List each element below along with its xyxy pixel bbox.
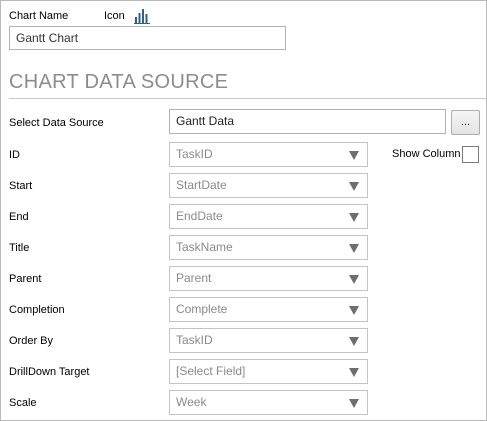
order-by-field-value: TaskID [176, 333, 213, 347]
end-field-value: EndDate [176, 209, 223, 223]
section-title: CHART DATA SOURCE [9, 71, 229, 93]
data-source-input[interactable]: Gantt Data [169, 109, 446, 134]
chevron-down-icon [349, 182, 359, 191]
order-by-field-select[interactable]: TaskID [169, 328, 368, 353]
field-label-id: ID [9, 149, 20, 161]
chevron-down-icon [349, 275, 359, 284]
show-column-checkbox[interactable] [462, 146, 479, 163]
show-column-label: Show Column [392, 148, 461, 160]
field-label-end: End [9, 211, 29, 223]
scale-field-select[interactable]: Week [169, 390, 368, 415]
id-field-select[interactable]: TaskID [169, 142, 368, 167]
field-label-drilldown-target: DrillDown Target [9, 366, 90, 378]
id-field-value: TaskID [176, 147, 213, 161]
chevron-down-icon [349, 244, 359, 253]
field-label-order-by: Order By [9, 335, 54, 347]
drilldown-target-value: [Select Field] [176, 364, 246, 378]
completion-field-value: Complete [176, 302, 228, 316]
field-label-scale: Scale [9, 397, 37, 409]
chevron-down-icon [349, 368, 359, 377]
title-field-select[interactable]: TaskName [169, 235, 368, 260]
start-field-select[interactable]: StartDate [169, 173, 368, 198]
chevron-down-icon [349, 151, 359, 160]
chevron-down-icon [349, 306, 359, 315]
chart-settings-panel: Chart Name Icon CHART DATA SOURCE Select… [0, 0, 487, 421]
parent-field-select[interactable]: Parent [169, 266, 368, 291]
field-label-start: Start [9, 180, 33, 192]
field-label-completion: Completion [9, 304, 65, 316]
browse-data-source-button[interactable]: ... [451, 110, 480, 135]
section-divider [9, 98, 487, 99]
start-field-value: StartDate [176, 178, 227, 192]
field-label-title: Title [9, 242, 30, 254]
icon-label: Icon [104, 10, 125, 22]
field-label-parent: Parent [9, 273, 42, 285]
drilldown-target-select[interactable]: [Select Field] [169, 359, 368, 384]
chevron-down-icon [349, 399, 359, 408]
end-field-select[interactable]: EndDate [169, 204, 368, 229]
parent-field-value: Parent [176, 271, 212, 285]
bar-chart-icon[interactable] [134, 8, 150, 24]
select-data-source-label: Select Data Source [9, 117, 104, 129]
chevron-down-icon [349, 337, 359, 346]
chevron-down-icon [349, 213, 359, 222]
completion-field-select[interactable]: Complete [169, 297, 368, 322]
chart-name-input[interactable] [9, 26, 286, 50]
scale-field-value: Week [176, 395, 207, 409]
chart-name-label: Chart Name [9, 10, 69, 22]
title-field-value: TaskName [176, 240, 233, 254]
